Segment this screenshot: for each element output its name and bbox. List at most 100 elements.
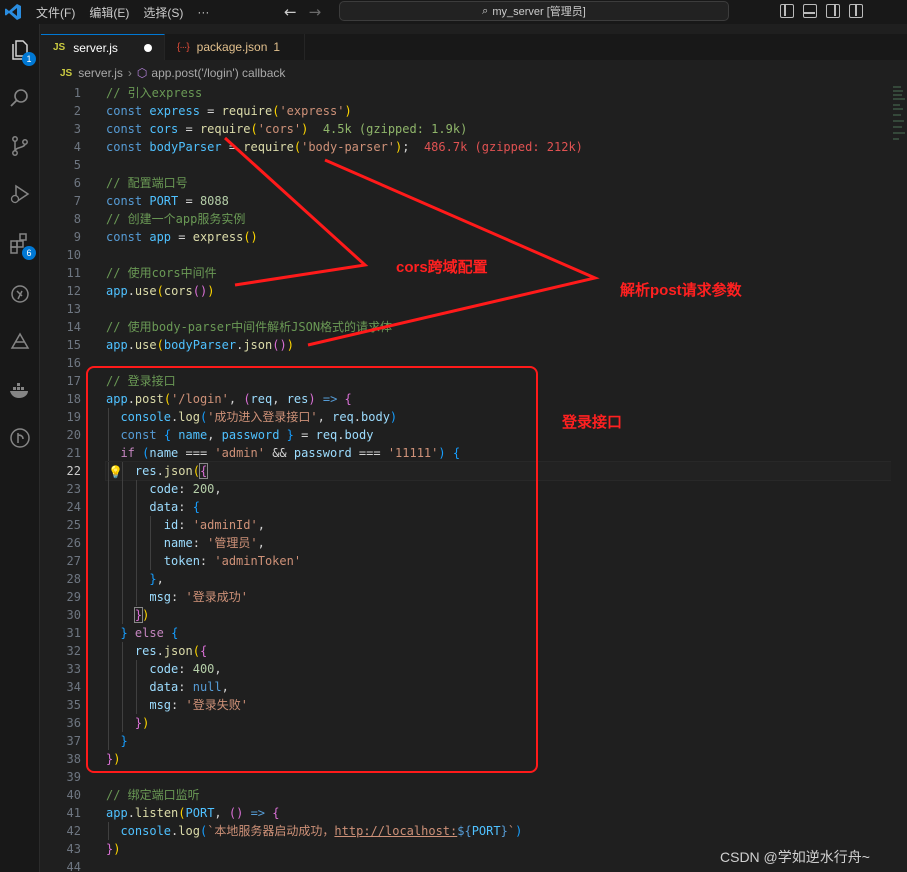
line-number: 40 xyxy=(66,788,81,802)
git-graph-icon[interactable] xyxy=(6,424,34,452)
layout-controls xyxy=(780,4,863,18)
line-number: 43 xyxy=(66,842,81,856)
line-number: 22 xyxy=(66,464,81,478)
code-line-3: const cors = require('cors') 4.5k (gzipp… xyxy=(106,122,468,136)
line-number: 9 xyxy=(73,230,81,244)
line-number: 15 xyxy=(66,338,81,352)
line-number-gutter: 1 2 3 4 5 6 7 8 9 10 11 12 13 14 15 16 17 18 19 20 21 22 23 24 2… xyxy=(41,84,91,872)
line-number: 29 xyxy=(66,590,81,604)
line-number: 4 xyxy=(73,140,81,154)
code-line-15: app.use(bodyParser.json()) xyxy=(106,338,294,352)
line-number: 30 xyxy=(66,608,81,622)
back-arrow-icon[interactable]: ← xyxy=(284,3,297,21)
run-debug-icon[interactable] xyxy=(6,180,34,208)
line-number: 42 xyxy=(66,824,81,838)
line-number: 26 xyxy=(66,536,81,550)
toggle-primary-sidebar-icon[interactable] xyxy=(780,4,794,18)
menu-more[interactable]: ··· xyxy=(197,5,209,19)
login-annotation: 登录接口 xyxy=(562,414,623,431)
line-number: 1 xyxy=(73,86,81,100)
line-number: 2 xyxy=(73,104,81,118)
problem-count: 1 xyxy=(273,40,281,54)
vscode-logo-icon xyxy=(2,1,24,23)
login-highlight-box xyxy=(86,366,538,773)
method-cube-icon: ⬡ xyxy=(136,66,148,80)
forward-arrow-icon[interactable]: → xyxy=(309,3,322,21)
line-number: 19 xyxy=(66,410,81,424)
line-number: 3 xyxy=(73,122,81,136)
line-number: 25 xyxy=(66,518,81,532)
extensions-badge: 6 xyxy=(22,246,36,260)
line-number: 27 xyxy=(66,554,81,568)
line-number: 12 xyxy=(66,284,81,298)
line-number: 24 xyxy=(66,500,81,514)
cors-annotation: cors跨域配置 xyxy=(396,259,488,276)
search-label: my_server [管理员] xyxy=(492,6,586,18)
line-number: 20 xyxy=(66,428,81,442)
code-line-40: // 绑定端口监听 xyxy=(106,788,200,802)
line-number: 39 xyxy=(66,770,81,784)
menu-edit[interactable]: 编辑(E) xyxy=(89,4,129,21)
line-number: 34 xyxy=(66,680,81,694)
breadcrumb-file[interactable]: server.js xyxy=(78,66,123,80)
line-number: 6 xyxy=(73,176,81,190)
line-number: 37 xyxy=(66,734,81,748)
code-line-2: const express = require('express') xyxy=(106,104,352,118)
editor-tabs: JS server.js {···} package.json 1 xyxy=(41,34,907,60)
line-number: 33 xyxy=(66,662,81,676)
code-line-7: const PORT = 8088 xyxy=(106,194,229,208)
source-control-icon[interactable] xyxy=(6,132,34,160)
tab-package-json[interactable]: {···} package.json 1 xyxy=(165,34,305,60)
code-line-6: // 配置端口号 xyxy=(106,176,188,190)
line-number: 38 xyxy=(66,752,81,766)
customize-layout-icon[interactable] xyxy=(849,4,863,18)
tab-label: package.json xyxy=(196,40,268,54)
line-number: 11 xyxy=(66,266,81,280)
search-sidebar-icon[interactable] xyxy=(6,84,34,112)
code-line-12: app.use(cors()) xyxy=(106,284,215,298)
testing-icon[interactable] xyxy=(6,328,34,356)
extensions-icon[interactable]: 6 xyxy=(6,230,36,260)
json-file-icon: {···} xyxy=(177,41,190,53)
menu-file[interactable]: 文件(F) xyxy=(36,4,75,21)
activity-bar: 1 6 xyxy=(0,24,40,872)
js-file-icon: JS xyxy=(60,67,73,79)
line-number: 32 xyxy=(66,644,81,658)
explorer-icon[interactable]: 1 xyxy=(6,36,36,66)
search-icon: ⌕ xyxy=(482,4,489,17)
parse-annotation: 解析post请求参数 xyxy=(620,282,742,299)
command-center-search[interactable]: ⌕ my_server [管理员] xyxy=(339,1,729,21)
line-number: 14 xyxy=(66,320,81,334)
toggle-panel-icon[interactable] xyxy=(803,4,817,18)
code-line-1: // 引入express xyxy=(106,86,203,100)
line-number: 17 xyxy=(66,374,81,388)
code-line-41: app.listen(PORT, () => { xyxy=(106,806,280,820)
line-number: 5 xyxy=(73,158,81,172)
title-bar: 文件(F) 编辑(E) 选择(S) ··· ← → ⌕ my_server [管… xyxy=(0,0,907,24)
line-number: 28 xyxy=(66,572,81,586)
chevron-right-icon: › xyxy=(127,66,132,80)
remote-explorer-icon[interactable] xyxy=(6,280,34,308)
nav-arrows: ← → xyxy=(284,3,321,21)
toggle-secondary-sidebar-icon[interactable] xyxy=(826,4,840,18)
line-number: 18 xyxy=(66,392,81,406)
menu-selection[interactable]: 选择(S) xyxy=(143,4,183,21)
line-number: 16 xyxy=(66,356,81,370)
docker-icon[interactable] xyxy=(6,376,34,404)
line-number: 23 xyxy=(66,482,81,496)
code-line-8: // 创建一个app服务实例 xyxy=(106,212,246,226)
unsaved-dot-icon[interactable] xyxy=(144,43,152,52)
minimap[interactable] xyxy=(891,84,907,872)
breadcrumb-symbol[interactable]: app.post('/login') callback xyxy=(151,66,285,80)
line-number: 41 xyxy=(66,806,81,820)
import-cost-hint: 4.5k (gzipped: 1.9k) xyxy=(322,122,468,136)
code-line-11: // 使用cors中间件 xyxy=(106,266,217,280)
line-number: 36 xyxy=(66,716,81,730)
code-line-14: // 使用body-parser中间件解析JSON格式的请求体 xyxy=(106,320,393,334)
line-number: 7 xyxy=(73,194,81,208)
tab-server-js[interactable]: JS server.js xyxy=(41,34,165,60)
line-number: 13 xyxy=(66,302,81,316)
